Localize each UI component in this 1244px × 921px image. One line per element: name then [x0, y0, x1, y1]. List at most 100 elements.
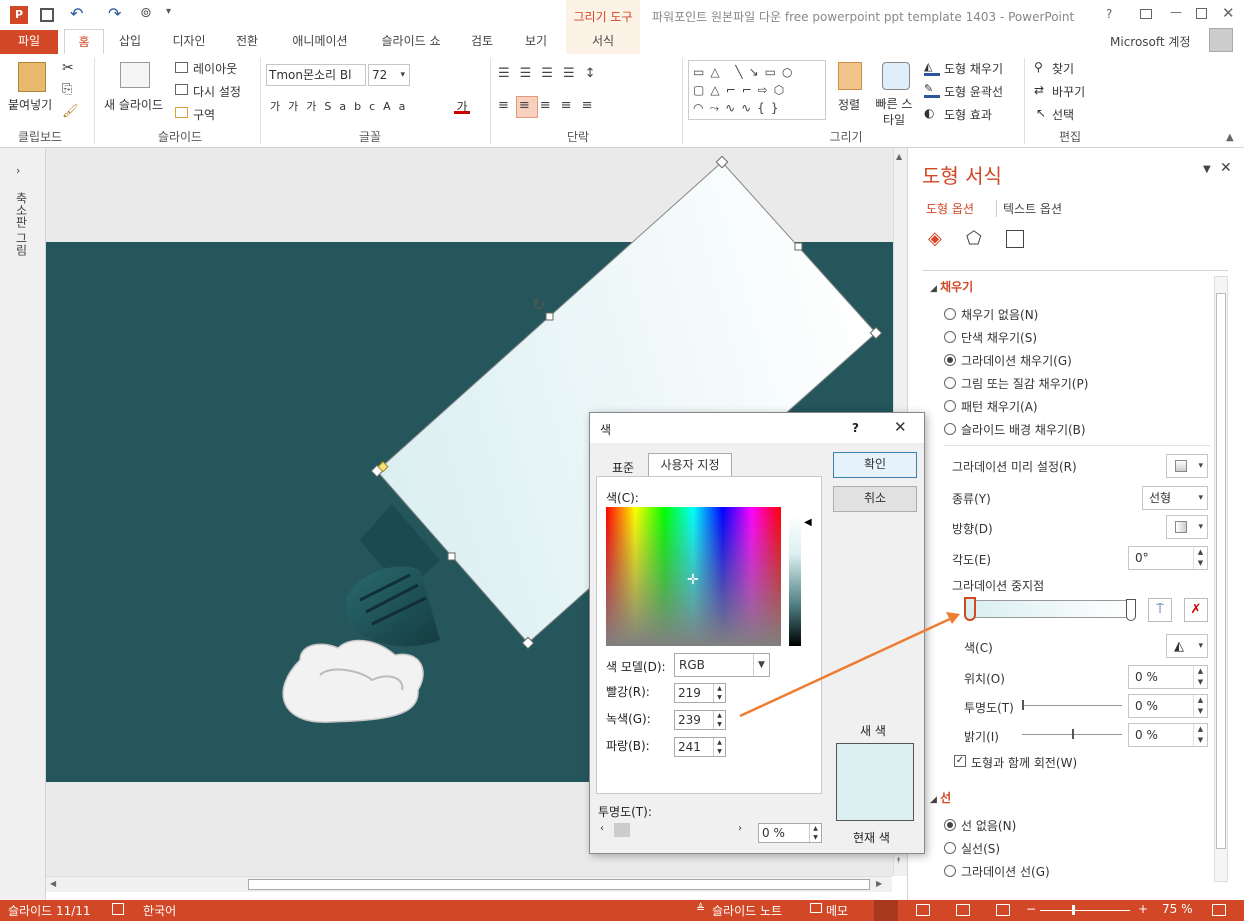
luminance-pointer-icon[interactable]: ◀ [804, 517, 812, 528]
prev-slide-icon[interactable]: ⯭ [896, 856, 901, 866]
tab-shape-options[interactable]: 도형 옵션 [926, 200, 974, 217]
add-stop-button[interactable]: ⍑ [1148, 598, 1172, 622]
red-input[interactable]: 219 ▲ ▼ [674, 683, 726, 703]
ok-button[interactable]: 확인 [833, 452, 917, 478]
blue-input[interactable]: 241 ▲ ▼ [674, 737, 726, 757]
zoom-out-icon[interactable]: − [1026, 902, 1036, 916]
direction-picker[interactable]: ▾ [1166, 515, 1208, 539]
gradient-stop-start[interactable] [964, 597, 976, 621]
brightness-slider-thumb[interactable] [1072, 729, 1074, 739]
horizontal-scroll-thumb[interactable] [248, 879, 870, 890]
dialog-close-icon[interactable]: ✕ [894, 418, 907, 436]
preset-picker[interactable]: ▾ [1166, 454, 1208, 478]
rotate-with-shape-label[interactable]: 도형과 함께 회전(W) [971, 754, 1077, 771]
transparency-slider[interactable] [1022, 700, 1122, 710]
pane-close-icon[interactable]: ✕ [1220, 160, 1232, 176]
fill-picture-label[interactable]: 그림 또는 질감 채우기(P) [961, 375, 1088, 392]
green-input[interactable]: 239 ▲ ▼ [674, 710, 726, 730]
scroll-up-icon[interactable]: ▲ [896, 152, 902, 161]
fill-section-header[interactable]: ◢ 채우기 [930, 278, 973, 295]
scroll-left-icon[interactable]: ◀ [50, 879, 56, 888]
luminance-bar[interactable] [789, 515, 801, 646]
maximize-icon[interactable] [1196, 8, 1207, 19]
tab-custom[interactable]: 사용자 지정 [648, 453, 732, 477]
fill-line-icon[interactable]: ◈ [928, 228, 950, 250]
position-spinner[interactable]: 0 % ▲ ▼ [1128, 665, 1208, 689]
dialog-transparency-input[interactable]: 0 % ▲ ▼ [758, 823, 822, 843]
brightness-slider[interactable] [1022, 729, 1122, 739]
avatar[interactable] [1209, 28, 1233, 52]
line-gradient-label[interactable]: 그라데이션 선(G) [961, 863, 1050, 880]
line-solid-radio[interactable] [944, 842, 956, 854]
spellcheck-icon[interactable] [112, 903, 124, 915]
minimize-icon[interactable]: — [1170, 5, 1182, 19]
dialog-help-icon[interactable]: ? [852, 421, 859, 435]
fill-none-label[interactable]: 채우기 없음(N) [961, 306, 1038, 323]
tab-text-options[interactable]: 텍스트 옵션 [996, 200, 1062, 217]
reading-view-icon[interactable] [956, 904, 970, 916]
zoom-in-icon[interactable]: + [1138, 902, 1148, 916]
language-indicator[interactable]: 한국어 [143, 902, 176, 919]
scroll-right-icon[interactable]: ▶ [876, 879, 882, 888]
pane-options-icon[interactable]: ▼ [1203, 164, 1211, 175]
tab-standard[interactable]: 표준 [612, 459, 634, 476]
notes-button[interactable]: 슬라이드 노트 [712, 902, 782, 919]
horizontal-scrollbar[interactable]: ◀ ▶ [46, 876, 892, 892]
rotate-handle-icon[interactable]: ↻ [532, 295, 545, 314]
normal-view-icon[interactable] [874, 900, 898, 921]
color-dialog[interactable]: 색 ? ✕ 표준 사용자 지정 색(C): ✛ ◀ 색 모델(D): RGB ▼ … [589, 412, 925, 854]
remove-stop-button[interactable]: ✗ [1184, 598, 1208, 622]
pane-scrollbar[interactable] [1214, 276, 1228, 882]
shape-outline-button[interactable]: 도형 윤곽선 [944, 83, 1003, 100]
fill-background-radio[interactable] [944, 423, 956, 435]
fill-none-radio[interactable] [944, 308, 956, 320]
collapse-ribbon-icon[interactable]: ▲ [1226, 132, 1234, 143]
slide-sorter-icon[interactable] [916, 904, 930, 916]
color-model-select[interactable]: RGB ▼ [674, 653, 770, 677]
zoom-slider-thumb[interactable] [1072, 905, 1075, 915]
help-icon[interactable]: ? [1106, 7, 1112, 21]
ribbon-display-icon[interactable] [1140, 9, 1152, 19]
dialog-transparency-slider[interactable]: ‹ › [598, 821, 748, 839]
close-icon[interactable]: ✕ [1222, 4, 1235, 22]
shape-fill-button[interactable]: 도형 채우기 [944, 60, 1003, 77]
angle-spinner[interactable]: 0° ▲ ▼ [1128, 546, 1208, 570]
slider-thumb[interactable] [614, 823, 630, 837]
fill-solid-label[interactable]: 단색 채우기(S) [961, 329, 1037, 346]
pane-scroll-thumb[interactable] [1216, 293, 1226, 849]
zoom-level[interactable]: 75 % [1162, 902, 1193, 916]
slider-left-icon[interactable]: ‹ [600, 823, 604, 834]
slide-counter[interactable]: 슬라이드 11/11 [8, 902, 91, 919]
rotate-with-shape-checkbox[interactable]: ✓ [954, 755, 966, 767]
fill-pattern-label[interactable]: 패턴 채우기(A) [961, 398, 1038, 415]
fit-slide-icon[interactable] [1212, 904, 1226, 916]
zoom-slider[interactable] [1040, 905, 1130, 915]
slideshow-icon[interactable] [996, 904, 1010, 916]
size-properties-icon[interactable] [1006, 230, 1024, 248]
effects-icon[interactable]: ⬠ [966, 228, 982, 249]
account-label[interactable]: Microsoft 계정 [1110, 33, 1191, 50]
gradient-stop-end[interactable] [1126, 599, 1136, 621]
type-select[interactable]: 선형 ▾ [1142, 486, 1208, 510]
line-none-radio[interactable] [944, 819, 956, 831]
stop-color-picker[interactable]: ◭ ▾ [1166, 634, 1208, 658]
find-button[interactable]: 찾기 [1052, 60, 1074, 77]
line-gradient-radio[interactable] [944, 865, 956, 877]
replace-button[interactable]: 바꾸기 [1052, 83, 1085, 100]
brightness-spinner[interactable]: 0 % ▲ ▼ [1128, 723, 1208, 747]
select-button[interactable]: 선택 [1052, 106, 1074, 123]
fill-solid-radio[interactable] [944, 331, 956, 343]
gradient-stops-bar[interactable] [970, 600, 1134, 618]
shape-effects-button[interactable]: 도형 효과 [944, 106, 992, 123]
transparency-spinner[interactable]: 0 % ▲ ▼ [1128, 694, 1208, 718]
comments-button[interactable]: 메모 [826, 902, 848, 919]
color-spectrum[interactable]: ✛ [606, 507, 781, 646]
fill-background-label[interactable]: 슬라이드 배경 채우기(B) [961, 421, 1086, 438]
cancel-button[interactable]: 취소 [833, 486, 917, 512]
line-none-label[interactable]: 선 없음(N) [961, 817, 1016, 834]
line-section-header[interactable]: ◢ 선 [930, 789, 951, 806]
transparency-slider-thumb[interactable] [1022, 700, 1024, 710]
slider-right-icon[interactable]: › [738, 823, 742, 834]
fill-gradient-label[interactable]: 그라데이션 채우기(G) [961, 352, 1072, 369]
fill-gradient-radio[interactable] [944, 354, 956, 366]
